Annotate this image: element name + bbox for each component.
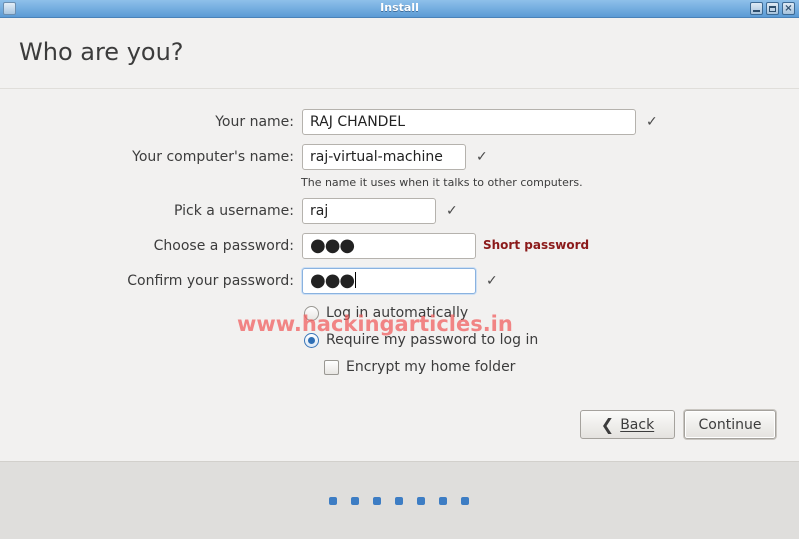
continue-button-label: Continue — [698, 416, 762, 433]
confirm-password-valid-check-icon: ✓ — [486, 273, 498, 289]
back-button[interactable]: ❮ Back — [580, 410, 675, 439]
password-dots: ●●● — [310, 235, 355, 256]
encrypt-home-label: Encrypt my home folder — [346, 359, 516, 375]
confirm-password-dots: ●●● — [310, 270, 355, 291]
watermark-text: www.hackingarticles.in — [237, 312, 513, 336]
username-field[interactable]: raj — [302, 198, 436, 224]
continue-button[interactable]: Continue — [684, 410, 776, 439]
confirm-password-field[interactable]: ●●● — [302, 268, 476, 294]
page-header: Who are you? — [0, 18, 799, 89]
confirm-password-label: Confirm your password: — [127, 273, 294, 289]
computer-name-field[interactable]: raj-virtual-machine — [302, 144, 466, 170]
minimize-button[interactable] — [750, 2, 763, 15]
password-strength-warning: Short password — [483, 238, 590, 252]
close-icon: × — [784, 2, 793, 14]
step-indicator — [329, 497, 469, 505]
step-dot — [439, 497, 447, 505]
progress-footer — [0, 461, 799, 539]
encrypt-home-option[interactable]: Encrypt my home folder — [324, 359, 515, 375]
username-valid-check-icon: ✓ — [446, 203, 458, 219]
radio-dot — [308, 336, 315, 344]
window-titlebar: Install × — [0, 0, 799, 18]
step-dot — [329, 497, 337, 505]
name-label: Your name: — [215, 114, 294, 130]
step-dot — [461, 497, 469, 505]
name-valid-check-icon: ✓ — [646, 114, 658, 130]
window-title: Install — [380, 1, 419, 14]
computer-name-hint: The name it uses when it talks to other … — [301, 176, 583, 189]
maximize-icon — [769, 5, 776, 12]
computer-name-label: Your computer's name: — [132, 149, 294, 165]
close-button[interactable]: × — [782, 2, 795, 15]
page-title: Who are you? — [19, 38, 184, 66]
checkbox-icon[interactable] — [324, 359, 339, 375]
minimize-icon — [753, 10, 760, 12]
step-dot — [395, 497, 403, 505]
password-field[interactable]: ●●● — [302, 233, 476, 259]
password-label: Choose a password: — [153, 238, 294, 254]
name-field[interactable]: RAJ CHANDEL — [302, 109, 636, 135]
chevron-left-icon: ❮ — [600, 414, 615, 434]
step-dot — [373, 497, 381, 505]
back-button-label: Back — [620, 416, 655, 433]
text-cursor — [355, 272, 357, 288]
step-dot — [417, 497, 425, 505]
step-dot — [351, 497, 359, 505]
maximize-button[interactable] — [766, 2, 779, 15]
computer-name-valid-check-icon: ✓ — [476, 149, 488, 165]
username-label: Pick a username: — [173, 203, 294, 219]
